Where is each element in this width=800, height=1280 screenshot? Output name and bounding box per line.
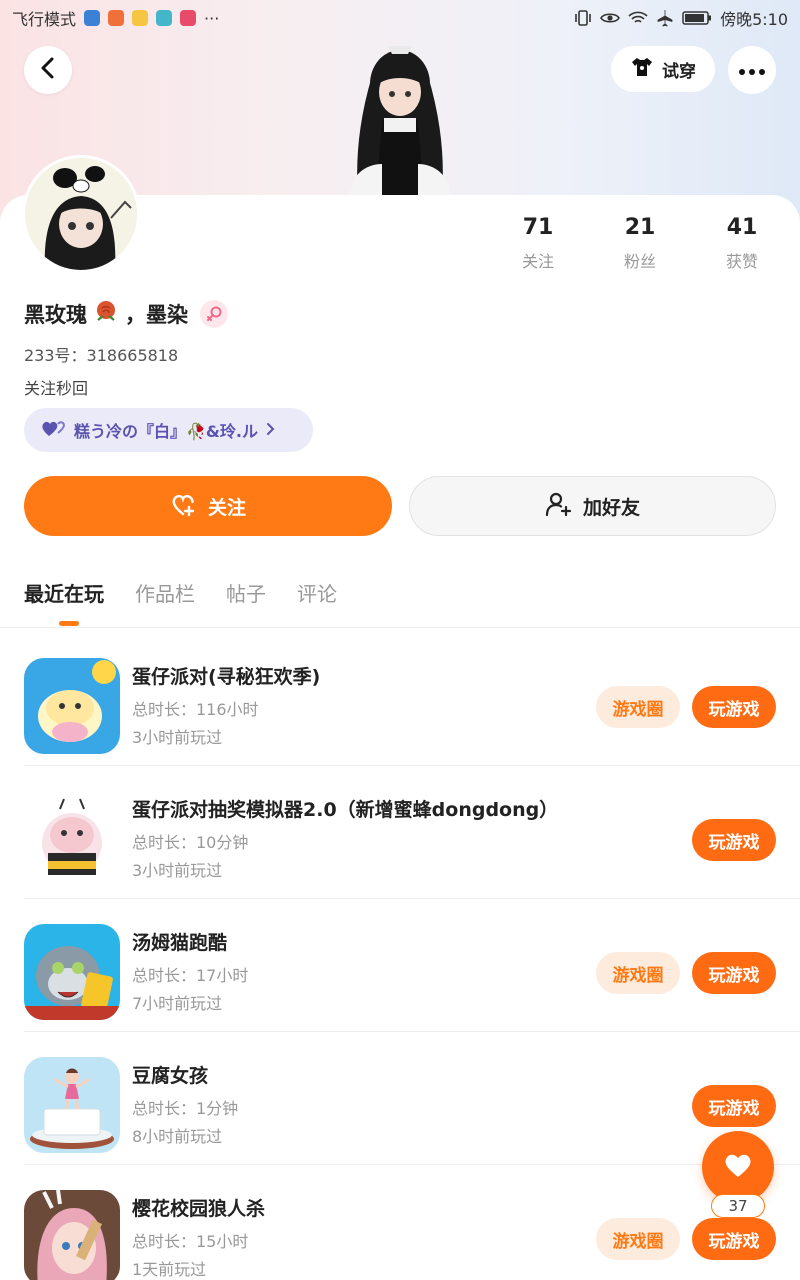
list-item[interactable]: 汤姆猫跑酷 总时长：17小时 7小时前玩过 游戏圈 玩游戏 (0, 899, 800, 1032)
app-notification-icon (132, 10, 149, 26)
game-total-duration: 总时长：15小时 (132, 1232, 249, 1251)
follow-label: 关注 (207, 496, 246, 519)
game-last-played: 1天前玩过 (132, 1260, 207, 1279)
tshirt-icon (630, 56, 654, 83)
game-last-played: 3小时前玩过 (132, 861, 223, 880)
active-tab-indicator (59, 621, 79, 626)
female-gender-icon (200, 299, 228, 328)
game-last-played: 3小时前玩过 (132, 728, 223, 747)
game-icon-tofu-girl[interactable] (24, 1057, 120, 1153)
list-item[interactable]: 豆腐女孩 总时长：1分钟 8小时前玩过 玩游戏 (0, 1032, 800, 1165)
double-heart-icon (40, 418, 66, 442)
tabs-divider (0, 627, 800, 628)
app-notification-icon (156, 10, 173, 26)
like-count-badge: 37 (711, 1194, 765, 1218)
music-app-icon (180, 10, 197, 26)
character-avatar-illustration (310, 36, 490, 196)
tab-comments[interactable]: 评论 (297, 578, 337, 607)
profile-tabs: 最近在玩 作品栏 帖子 评论 (24, 578, 337, 607)
add-friend-label: 加好友 (582, 496, 640, 519)
back-button[interactable] (24, 46, 72, 94)
game-total-duration: 总时长：10分钟 (132, 833, 249, 852)
rose-emoji-icon (93, 298, 119, 329)
stat-value: 41 (726, 215, 758, 240)
game-icon-eggy-party[interactable] (24, 658, 120, 754)
stat-label: 获赞 (725, 252, 758, 271)
user-id: 233号：318665818 (24, 346, 179, 365)
stat-label: 关注 (521, 252, 554, 271)
play-game-button[interactable]: 玩游戏 (692, 952, 776, 994)
add-user-icon (545, 491, 573, 522)
play-game-button[interactable]: 玩游戏 (692, 819, 776, 861)
heart-plus-icon (170, 491, 198, 522)
game-icon-sakura-school-werewolf[interactable] (24, 1190, 120, 1280)
tab-recently-played[interactable]: 最近在玩 (24, 578, 104, 607)
game-total-duration: 总时长：17小时 (132, 966, 249, 985)
tab-posts[interactable]: 帖子 (226, 578, 266, 607)
wifi-icon (628, 11, 648, 25)
status-bar: 飞行模式 ··· 傍晚5:10 (0, 0, 800, 36)
app-notification-icon (108, 10, 125, 26)
follow-button[interactable]: 关注 (24, 476, 392, 536)
add-friend-button[interactable]: 加好友 (409, 476, 776, 536)
game-last-played: 8小时前玩过 (132, 1127, 223, 1146)
list-item[interactable]: 樱花校园狼人杀 总时长：15小时 1天前玩过 游戏圈 玩游戏 (0, 1165, 800, 1280)
stat-value: 71 (522, 215, 554, 240)
cp-badge-text: 糕う冷の『白』🥀&玲.ル (74, 422, 258, 441)
chevron-right-icon (266, 421, 276, 440)
game-title: 豆腐女孩 (132, 1065, 209, 1087)
stat-likes[interactable]: 41 获赞 (691, 215, 793, 272)
app-notification-icon (84, 10, 101, 26)
game-title: 樱花校园狼人杀 (132, 1198, 266, 1220)
play-game-button[interactable]: 玩游戏 (692, 1085, 776, 1127)
game-icon-talking-tom-gold-run[interactable] (24, 924, 120, 1020)
try-on-label: 试穿 (662, 61, 696, 82)
like-fab-button[interactable] (702, 1131, 774, 1203)
username-part2: ，墨染 (125, 302, 188, 327)
play-game-button[interactable]: 玩游戏 (692, 686, 776, 728)
game-title: 汤姆猫跑酷 (132, 932, 228, 954)
stat-value: 21 (624, 215, 656, 240)
game-total-duration: 总时长：116小时 (132, 700, 259, 719)
clock-time: 傍晚5:10 (720, 10, 788, 29)
cp-relationship-badge[interactable]: 糕う冷の『白』🥀&玲.ル (24, 408, 313, 452)
tab-works[interactable]: 作品栏 (135, 578, 195, 607)
chevron-left-icon (40, 57, 56, 83)
vibrate-icon (574, 10, 592, 26)
game-circle-button[interactable]: 游戏圈 (596, 686, 680, 728)
game-last-played: 7小时前玩过 (132, 994, 223, 1013)
list-item[interactable]: 蛋仔派对抽奖模拟器2.0（新增蜜蜂dongdong） 总时长：10分钟 3小时前… (0, 766, 800, 899)
stat-followers[interactable]: 21 粉丝 (589, 215, 691, 272)
username: 黑玫瑰 ，墨染 (24, 298, 228, 329)
more-dots-icon (738, 61, 766, 80)
game-circle-button[interactable]: 游戏圈 (596, 952, 680, 994)
game-title: 蛋仔派对(寻秘狂欢季) (132, 666, 321, 688)
stat-label: 粉丝 (623, 252, 656, 271)
list-item[interactable]: 蛋仔派对(寻秘狂欢季) 总时长：116小时 3小时前玩过 游戏圈 玩游戏 (0, 633, 800, 766)
more-options-button[interactable] (728, 46, 776, 94)
battery-icon (682, 10, 712, 26)
play-game-button[interactable]: 玩游戏 (692, 1218, 776, 1260)
airplane-mode-label: 飞行模式 (12, 10, 77, 29)
try-on-button[interactable]: 试穿 (611, 46, 715, 92)
heart-icon (723, 1152, 753, 1182)
eye-comfort-icon (600, 11, 620, 25)
user-bio: 关注秒回 (24, 379, 89, 398)
stat-following[interactable]: 71 关注 (487, 215, 589, 272)
user-avatar[interactable] (22, 155, 140, 273)
game-circle-button[interactable]: 游戏圈 (596, 1218, 680, 1260)
game-total-duration: 总时长：1分钟 (132, 1099, 239, 1118)
profile-stats: 71 关注 21 粉丝 41 获赞 (487, 215, 793, 272)
game-icon-lottery-simulator[interactable] (24, 791, 120, 887)
airplane-icon (656, 9, 674, 27)
game-title: 蛋仔派对抽奖模拟器2.0（新增蜜蜂dongdong） (132, 799, 559, 821)
username-part1: 黑玫瑰 (24, 302, 87, 327)
more-notifications-icon: ··· (204, 8, 220, 28)
